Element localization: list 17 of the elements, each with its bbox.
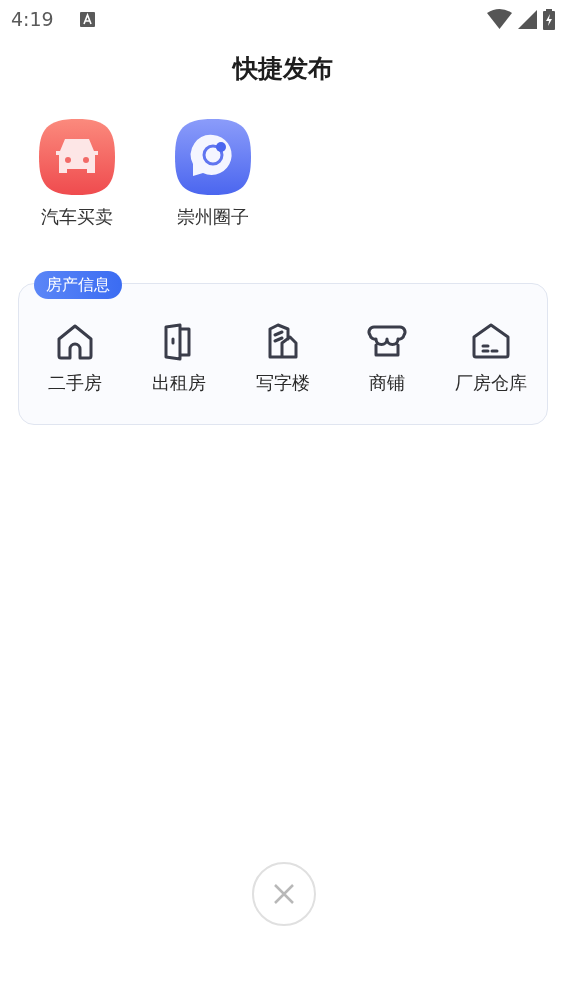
- signal-icon: [518, 9, 537, 29]
- close-icon: [273, 883, 295, 905]
- car-icon: [37, 117, 117, 197]
- chat-bubble-icon: [173, 117, 253, 197]
- property-type-item[interactable]: 厂房仓库: [439, 321, 543, 395]
- property-type-item[interactable]: 二手房: [23, 321, 127, 395]
- property-type-item[interactable]: 出租房: [127, 321, 231, 395]
- clock: 4:19: [11, 8, 54, 30]
- battery-icon: [543, 8, 555, 30]
- quick-post-item[interactable]: 崇州圈子: [173, 117, 253, 229]
- page-title: 快捷发布: [231, 53, 334, 85]
- section-badge: 房产信息: [34, 271, 122, 299]
- property-type-item[interactable]: 商铺: [335, 321, 439, 395]
- property-type-item[interactable]: 写字楼: [231, 321, 335, 395]
- wifi-icon: [487, 9, 512, 29]
- quick-post-item[interactable]: 汽车买卖: [37, 117, 117, 229]
- notification-icon: [79, 11, 95, 27]
